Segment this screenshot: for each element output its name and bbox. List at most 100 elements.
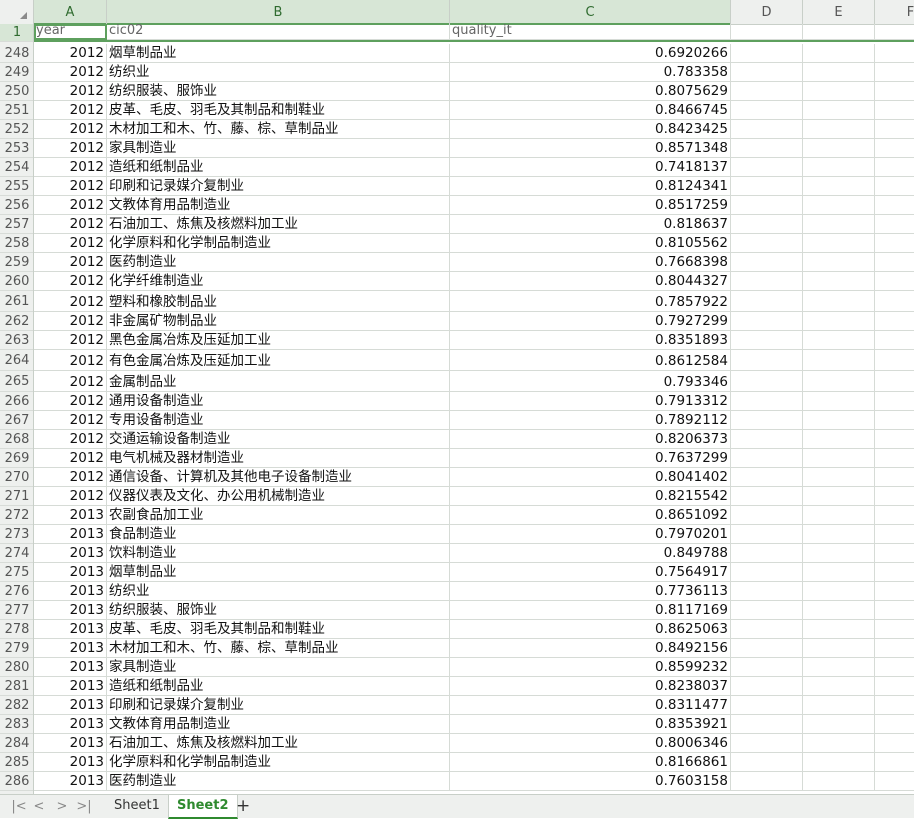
cell-cic02[interactable]: 纺织服装、服饰业 [107,82,450,101]
row-header[interactable]: 251 [0,101,33,120]
cell-year[interactable]: 2012 [34,253,107,272]
cell-quality-it[interactable]: 0.8351893 [450,331,731,350]
cell-quality-it[interactable]: 0.7668398 [450,253,731,272]
cell-quality-it[interactable]: 0.818637 [450,215,731,234]
cell-cic02[interactable]: 化学原料和化学制品制造业 [107,234,450,253]
row-header[interactable]: 266 [0,392,33,411]
empty-cell[interactable] [875,468,914,487]
cell-quality-it[interactable]: 0.793346 [450,371,731,392]
empty-cell[interactable] [875,291,914,312]
empty-cell[interactable] [731,449,803,468]
cell-quality-it[interactable]: 0.7418137 [450,158,731,177]
empty-cell[interactable] [731,563,803,582]
cell-cic02[interactable]: 农副食品加工业 [107,506,450,525]
header-cell-cic02[interactable]: cic02 [107,24,450,40]
empty-cell[interactable] [875,253,914,272]
empty-cell[interactable] [803,563,875,582]
row-header[interactable]: 256 [0,196,33,215]
last-sheet-button[interactable]: >| [75,798,93,816]
cell-quality-it[interactable]: 0.7637299 [450,449,731,468]
empty-cell[interactable] [731,772,803,791]
empty-cell[interactable] [875,449,914,468]
cell-quality-it[interactable]: 0.8651092 [450,506,731,525]
row-header[interactable]: 283 [0,715,33,734]
empty-cell[interactable] [803,506,875,525]
cell-year[interactable]: 2013 [34,639,107,658]
row-header[interactable]: 286 [0,772,33,791]
cell-quality-it[interactable]: 0.8105562 [450,234,731,253]
empty-cell[interactable] [875,677,914,696]
cell-year[interactable]: 2013 [34,696,107,715]
empty-cell[interactable] [731,753,803,772]
cell-quality-it[interactable]: 0.7913312 [450,392,731,411]
empty-cell[interactable] [803,350,875,371]
cell-year[interactable]: 2013 [34,753,107,772]
empty-cell[interactable] [731,658,803,677]
empty-cell[interactable] [803,158,875,177]
cell-cic02[interactable]: 通用设备制造业 [107,392,450,411]
empty-cell[interactable] [731,715,803,734]
empty-cell[interactable] [875,563,914,582]
cell-cic02[interactable]: 烟草制品业 [107,563,450,582]
cell-cic02[interactable]: 石油加工、炼焦及核燃料加工业 [107,215,450,234]
cell-year[interactable]: 2013 [34,601,107,620]
empty-cell[interactable] [875,215,914,234]
empty-cell[interactable] [803,234,875,253]
empty-cell[interactable] [731,44,803,63]
empty-cell[interactable] [875,544,914,563]
select-all-corner[interactable] [0,0,34,24]
empty-cell[interactable] [875,392,914,411]
row-header[interactable]: 267 [0,411,33,430]
cell-year[interactable]: 2013 [34,563,107,582]
empty-cell[interactable] [731,677,803,696]
cell-cic02[interactable]: 印刷和记录媒介复制业 [107,696,450,715]
empty-cell[interactable] [731,506,803,525]
cell-quality-it[interactable]: 0.849788 [450,544,731,563]
empty-cell[interactable] [803,63,875,82]
empty-cell[interactable] [803,620,875,639]
cell-cic02[interactable]: 通信设备、计算机及其他电子设备制造业 [107,468,450,487]
empty-cell[interactable] [875,411,914,430]
empty-cell[interactable] [875,658,914,677]
column-header-a[interactable]: A [34,0,107,25]
empty-cell[interactable] [803,544,875,563]
empty-cell[interactable] [803,312,875,331]
empty-cell[interactable] [803,449,875,468]
row-header[interactable]: 271 [0,487,33,506]
cell-cic02[interactable]: 有色金属冶炼及压延加工业 [107,350,450,371]
empty-cell[interactable] [875,101,914,120]
empty-cell[interactable] [731,215,803,234]
empty-cell[interactable] [731,487,803,506]
row-header[interactable]: 279 [0,639,33,658]
row-header[interactable]: 281 [0,677,33,696]
empty-cell[interactable] [875,753,914,772]
cell-quality-it[interactable]: 0.7603158 [450,772,731,791]
empty-cell[interactable] [803,272,875,291]
cell-cic02[interactable]: 文教体育用品制造业 [107,715,450,734]
empty-cell[interactable] [803,677,875,696]
empty-cell[interactable] [731,734,803,753]
cell-cic02[interactable]: 造纸和纸制品业 [107,158,450,177]
row-header[interactable]: 278 [0,620,33,639]
cell-quality-it[interactable]: 0.8353921 [450,715,731,734]
empty-cell[interactable] [803,139,875,158]
empty-cell[interactable] [731,468,803,487]
cell-year[interactable]: 2013 [34,772,107,791]
empty-cell[interactable] [875,696,914,715]
column-header-e[interactable]: E [803,0,875,24]
cell-year[interactable]: 2013 [34,544,107,563]
cell-year[interactable]: 2013 [34,620,107,639]
empty-cell[interactable] [731,24,803,40]
empty-cell[interactable] [803,331,875,350]
row-header[interactable]: 257 [0,215,33,234]
cell-cic02[interactable]: 皮革、毛皮、羽毛及其制品和制鞋业 [107,101,450,120]
cell-year[interactable]: 2012 [34,44,107,63]
empty-cell[interactable] [731,582,803,601]
empty-cell[interactable] [875,772,914,791]
row-header[interactable]: 263 [0,331,33,350]
cell-quality-it[interactable]: 0.7857922 [450,291,731,312]
cell-year[interactable]: 2012 [34,196,107,215]
cell-cic02[interactable]: 交通运输设备制造业 [107,430,450,449]
empty-cell[interactable] [875,63,914,82]
column-header-b[interactable]: B [107,0,450,25]
